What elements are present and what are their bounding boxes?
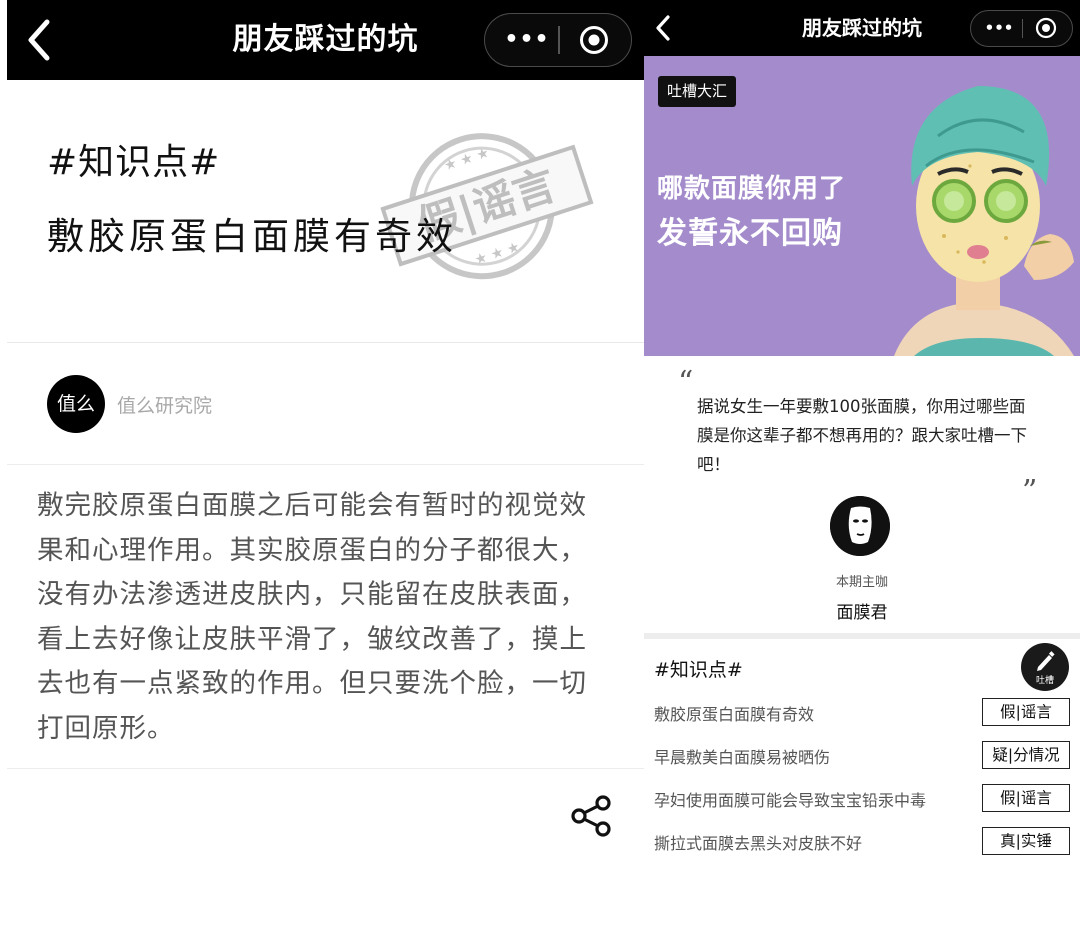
knowledge-tag: #知识点# [47, 142, 221, 183]
verdict-badge: 假|谣言 [982, 698, 1070, 726]
banner-line-1: 哪款面膜你用了 [657, 174, 847, 204]
mini-program-capsule: ••• [970, 10, 1073, 47]
divider [7, 342, 644, 343]
mini-program-capsule: ••• [484, 13, 632, 67]
list-item[interactable]: 敷胶原蛋白面膜有奇效 假|谣言 [654, 698, 1070, 726]
list-item[interactable]: 早晨敷美白面膜易被晒伤 疑|分情况 [654, 741, 1070, 769]
claim-text: 撕拉式面膜去黑头对皮肤不好 [654, 834, 863, 853]
list-item[interactable]: 孕妇使用面膜可能会导致宝宝铅汞中毒 假|谣言 [654, 784, 1070, 812]
left-screen: 朋友踩过的坑 ••• #知识点# 假|谣言 ★ ★ ★ ★ ★ ★ 敷胶原蛋白面… [7, 0, 644, 850]
more-icon[interactable]: ••• [499, 14, 555, 65]
knowledge-tag: #知识点# [654, 659, 743, 681]
topic-badge: 吐槽大汇 [658, 76, 737, 107]
claim-text: 早晨敷美白面膜易被晒伤 [654, 748, 831, 767]
back-arrow-icon[interactable] [652, 14, 674, 42]
nav-bar: 朋友踩过的坑 ••• [644, 0, 1080, 56]
capsule-divider [1022, 19, 1023, 38]
topic-prompt: 据说女生一年要敷100张面膜，你用过哪些面膜是你这辈子都不想再用的？跟大家吐槽一… [697, 397, 1027, 474]
quote-close-mark: ” [1022, 474, 1038, 509]
svg-text:★ ★ ★: ★ ★ ★ [473, 239, 522, 269]
author-avatar[interactable]: 值么 [47, 375, 105, 433]
section-divider [644, 633, 1080, 639]
pen-icon [1037, 651, 1055, 671]
verdict-badge: 疑|分情况 [982, 741, 1070, 769]
right-screen: 朋友踩过的坑 ••• 吐槽大汇 哪款面膜你用了 发誓永不回购 “ 据说女生一年要… [644, 0, 1080, 935]
topic-banner[interactable]: 吐槽大汇 哪款面膜你用了 发誓永不回购 [644, 56, 1080, 356]
article-body: 敷完胶原蛋白面膜之后可能会有暂时的视觉效果和心理作用。其实胶原蛋白的分子都很大，… [37, 490, 587, 744]
screenshot-composite: 朋友踩过的坑 ••• #知识点# 假|谣言 ★ ★ ★ ★ ★ ★ 敷胶原蛋白面… [0, 0, 1080, 935]
facemask-woman-illustration [894, 86, 1074, 356]
verdict-badge: 假|谣言 [982, 784, 1070, 812]
comment-fab[interactable]: 吐槽 [1021, 643, 1069, 691]
capsule-divider [558, 26, 560, 54]
divider [7, 768, 644, 769]
host-avatar-icon[interactable] [830, 496, 890, 556]
banner-line-2: 发誓永不回购 [657, 216, 843, 251]
divider [7, 464, 644, 465]
close-target-icon[interactable] [1035, 17, 1057, 39]
share-icon[interactable] [569, 795, 615, 837]
article-headline: 敷胶原蛋白面膜有奇效 [47, 215, 457, 258]
host-label: 本期主咖 [835, 575, 888, 590]
fake-rumor-stamp: 假|谣言 ★ ★ ★ ★ ★ ★ [380, 133, 594, 280]
comment-fab-label: 吐槽 [1035, 676, 1054, 686]
hero-card: #知识点# 假|谣言 ★ ★ ★ ★ ★ ★ 敷胶原蛋白面膜有奇效 [7, 80, 644, 342]
host-name: 面膜君 [836, 603, 888, 623]
more-icon[interactable]: ••• [979, 11, 1019, 46]
verdict-badge: 真|实锤 [982, 827, 1070, 855]
quote-open-mark: “ [678, 365, 694, 400]
list-item[interactable]: 撕拉式面膜去黑头对皮肤不好 真|实锤 [654, 827, 1070, 855]
claim-text: 孕妇使用面膜可能会导致宝宝铅汞中毒 [654, 791, 927, 810]
nav-bar: 朋友踩过的坑 ••• [7, 0, 644, 80]
claim-text: 敷胶原蛋白面膜有奇效 [654, 705, 815, 724]
close-target-icon[interactable] [579, 25, 609, 55]
author-name[interactable]: 值么研究院 [117, 391, 212, 418]
back-arrow-icon[interactable] [19, 16, 59, 64]
